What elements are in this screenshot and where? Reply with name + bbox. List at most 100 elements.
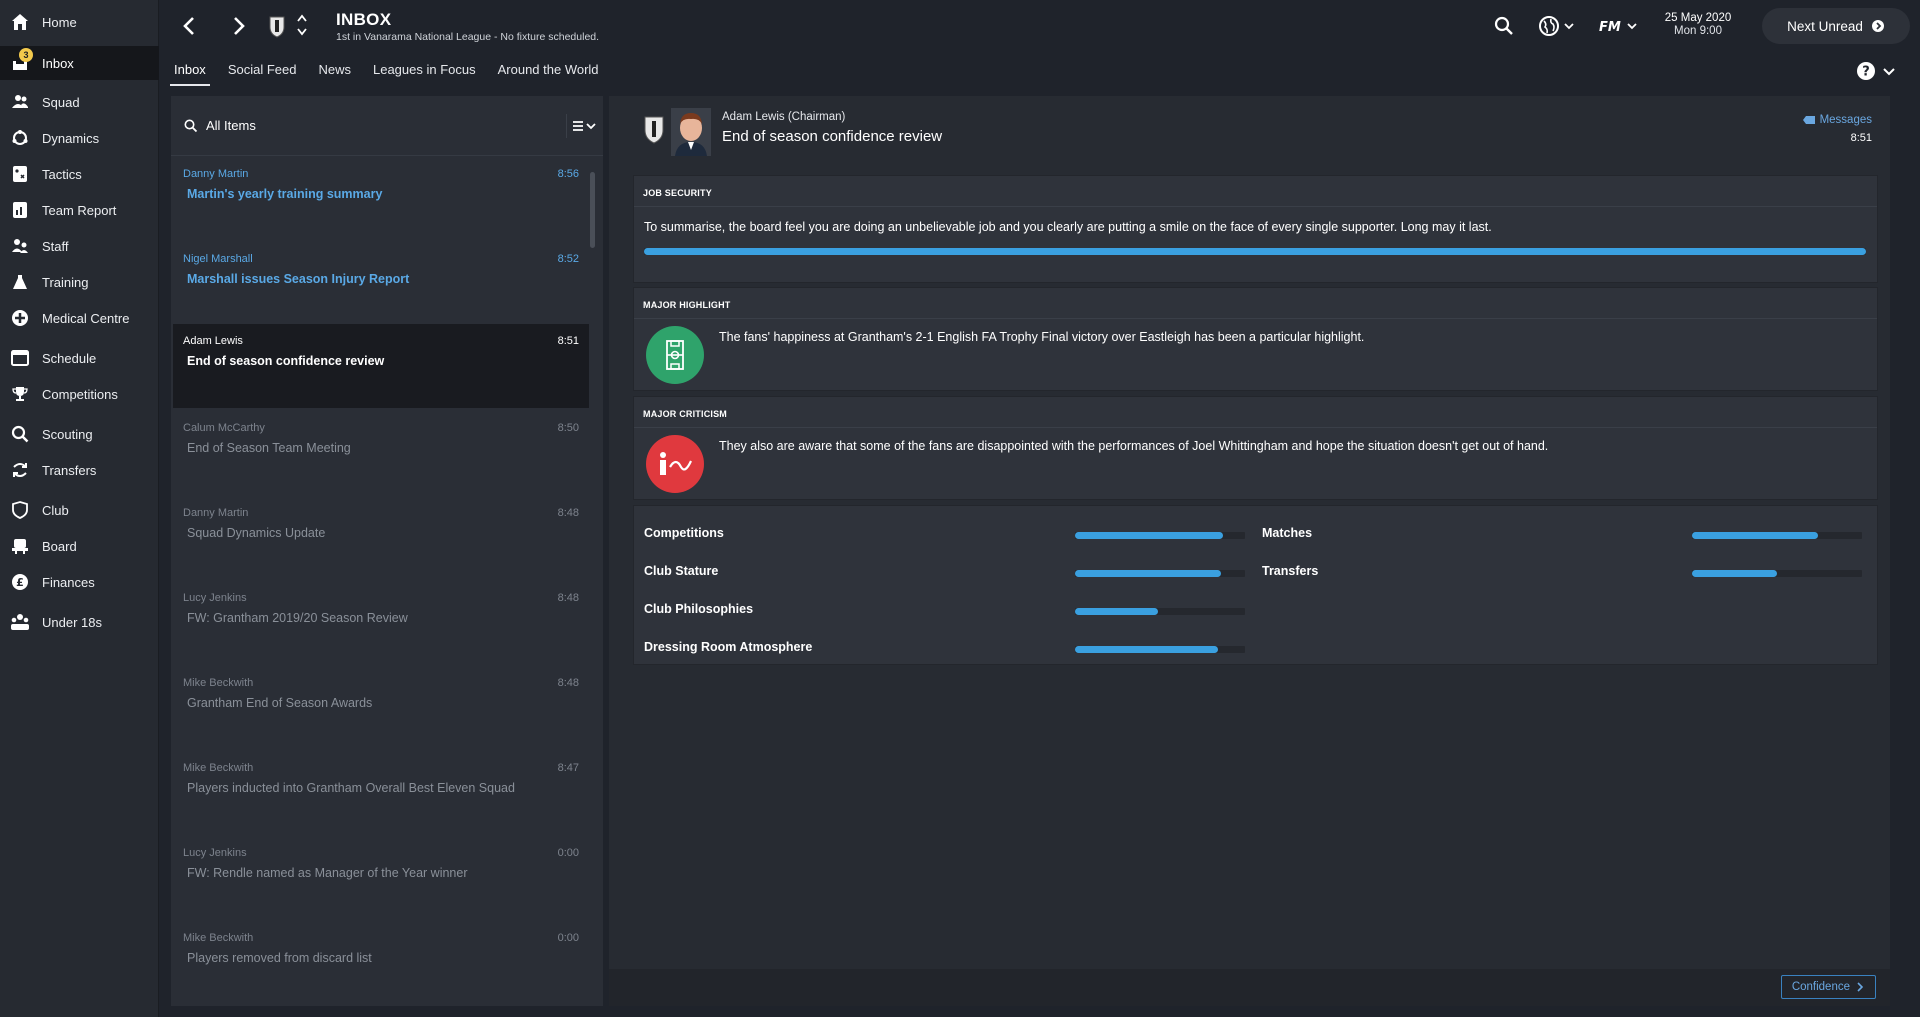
list-item[interactable]: Lucy Jenkins 8:48 FW: Grantham 2019/20 S… (173, 581, 589, 665)
sidebar-item-competitions[interactable]: Competitions (0, 377, 159, 411)
tab-around-the-world[interactable]: Around the World (494, 58, 603, 86)
list-item[interactable]: Adam Lewis 8:51 End of season confidence… (173, 324, 589, 408)
fm-logo-icon: FM (1599, 20, 1621, 33)
confidence-button[interactable]: Confidence (1780, 975, 1876, 999)
message-time: 0:00 (557, 932, 579, 944)
search-button[interactable] (1490, 12, 1518, 40)
message-time: 8:50 (557, 422, 579, 434)
list-item[interactable]: Nigel Marshall 8:52 Marshall issues Seas… (173, 242, 589, 326)
rating-bar (1692, 532, 1862, 539)
list-item[interactable]: Mike Beckwith 8:48 Grantham End of Seaso… (173, 666, 589, 750)
dynamics-icon (10, 128, 30, 148)
message-sender: Adam Lewis (183, 335, 243, 347)
unread-badge: 3 (19, 48, 33, 62)
help-button[interactable]: ? (1856, 60, 1900, 82)
list-filter[interactable]: All Items (171, 96, 603, 156)
message-subject: FW: Rendle named as Manager of the Year … (187, 866, 468, 880)
message-time: 8:48 (557, 507, 579, 519)
tab-leagues-in-focus[interactable]: Leagues in Focus (369, 58, 480, 86)
back-button[interactable] (178, 14, 202, 38)
sidebar-item-scouting[interactable]: Scouting (0, 417, 159, 451)
message-time: 8:48 (557, 592, 579, 604)
tab-inbox[interactable]: Inbox (170, 58, 210, 86)
sidebar-item-inbox[interactable]: 3 Inbox (0, 46, 159, 80)
sidebar-item-label: Staff (42, 238, 69, 254)
rating-bar-fill (1075, 532, 1223, 539)
sidebar-item-home[interactable]: Home (0, 5, 159, 39)
sidebar-item-label: Home (42, 14, 77, 30)
messages-link[interactable]: Messages (1802, 114, 1872, 126)
club-icon (10, 500, 30, 520)
rating-bar (1075, 532, 1245, 539)
job-security-text: To summarise, the board feel you are doi… (644, 220, 1492, 234)
list-item[interactable]: Lucy Jenkins 0:00 FW: Rendle named as Ma… (173, 836, 589, 920)
chevron-down-icon (1883, 68, 1895, 76)
list-item[interactable]: Mike Beckwith 8:47 Players inducted into… (173, 751, 589, 835)
sidebar-item-dynamics[interactable]: Dynamics (0, 121, 159, 155)
sidebar-item-transfers[interactable]: Transfers (0, 453, 159, 487)
club-crest-icon[interactable] (268, 14, 286, 38)
rating-label: Dressing Room Atmosphere (644, 640, 813, 654)
sidebar-item-team-report[interactable]: Team Report (0, 193, 159, 227)
globe-icon (1538, 16, 1559, 36)
header: INBOX 1st in Vanarama National League - … (160, 0, 1920, 52)
next-unread-button[interactable]: Next Unread (1762, 8, 1910, 44)
date-label: 25 May 2020 (1664, 12, 1732, 24)
list-item[interactable]: Calum McCarthy 8:50 End of Season Team M… (173, 411, 589, 495)
search-icon (184, 119, 198, 132)
sidebar-item-under-18s[interactable]: Under 18s (0, 605, 159, 639)
sidebar-item-tactics[interactable]: Tactics (0, 157, 159, 191)
sidebar-item-label: Dynamics (42, 130, 100, 146)
under18s-icon (10, 612, 30, 632)
forward-button[interactable] (226, 14, 250, 38)
club-switch-button[interactable] (296, 12, 308, 38)
home-icon (10, 12, 30, 32)
sidebar-item-label: Board (42, 538, 77, 554)
page-title: INBOX (336, 10, 392, 29)
sidebar-item-label: Inbox (42, 55, 74, 71)
rating-label: Transfers (1262, 564, 1319, 578)
section-title: MAJOR CRITICISM (634, 397, 1877, 428)
tab-social-feed[interactable]: Social Feed (224, 58, 301, 86)
rating-bar (1075, 608, 1245, 615)
list-item[interactable]: Mike Beckwith 0:00 Players removed from … (173, 921, 589, 1005)
list-item[interactable]: Danny Martin 8:56 Martin's yearly traini… (173, 157, 589, 241)
sidebar-item-label: Transfers (42, 462, 97, 478)
sidebar-item-schedule[interactable]: Schedule (0, 341, 159, 375)
tactics-icon (10, 164, 30, 184)
sidebar-item-club[interactable]: Club (0, 493, 159, 527)
sidebar: Home 3 Inbox Squad Dynamics Tactics Team… (0, 0, 159, 1017)
list-item[interactable]: Danny Martin 8:48 Squad Dynamics Update (173, 496, 589, 580)
list-menu-button[interactable] (566, 114, 603, 138)
fm-menu-button[interactable]: FM (1596, 12, 1640, 40)
tab-news[interactable]: News (314, 58, 355, 86)
message-subject: End of season confidence review (187, 354, 385, 368)
sidebar-item-finances[interactable]: £ Finances (0, 565, 159, 599)
sidebar-item-squad[interactable]: Squad (0, 85, 159, 119)
rating-bar-fill (1075, 570, 1222, 577)
scouting-icon (10, 424, 30, 444)
confidence-button-label: Confidence (1791, 981, 1850, 993)
confidence-ratings-section: Competitions Club Stature Club Philosoph… (633, 505, 1878, 665)
sidebar-item-training[interactable]: Training (0, 265, 159, 299)
chevron-down-icon (1626, 23, 1637, 30)
world-menu-button[interactable] (1534, 12, 1578, 40)
message-sender: Lucy Jenkins (183, 847, 247, 859)
message-sender: Danny Martin (183, 168, 249, 180)
game-date[interactable]: 25 May 2020 Mon 9:00 (1652, 12, 1744, 37)
message-time: 8:52 (557, 253, 579, 265)
list-scrollbar[interactable] (590, 172, 595, 248)
sidebar-item-medical-centre[interactable]: Medical Centre (0, 301, 159, 335)
sidebar-item-board[interactable]: Board (0, 529, 159, 563)
rating-bar (1075, 646, 1245, 653)
message-detail: Adam Lewis (Chairman) End of season conf… (609, 96, 1890, 1006)
sidebar-item-label: Schedule (42, 350, 97, 366)
tag-icon (1802, 116, 1815, 124)
rating-label: Club Stature (644, 564, 719, 578)
major-criticism-section: MAJOR CRITICISM They also are aware that… (633, 396, 1878, 500)
sidebar-item-staff[interactable]: Staff (0, 229, 159, 263)
medical-icon (10, 308, 30, 328)
message-header: Adam Lewis (Chairman) End of season conf… (609, 96, 1890, 176)
sidebar-item-label: Medical Centre (42, 310, 130, 326)
message-sender: Calum McCarthy (183, 422, 265, 434)
